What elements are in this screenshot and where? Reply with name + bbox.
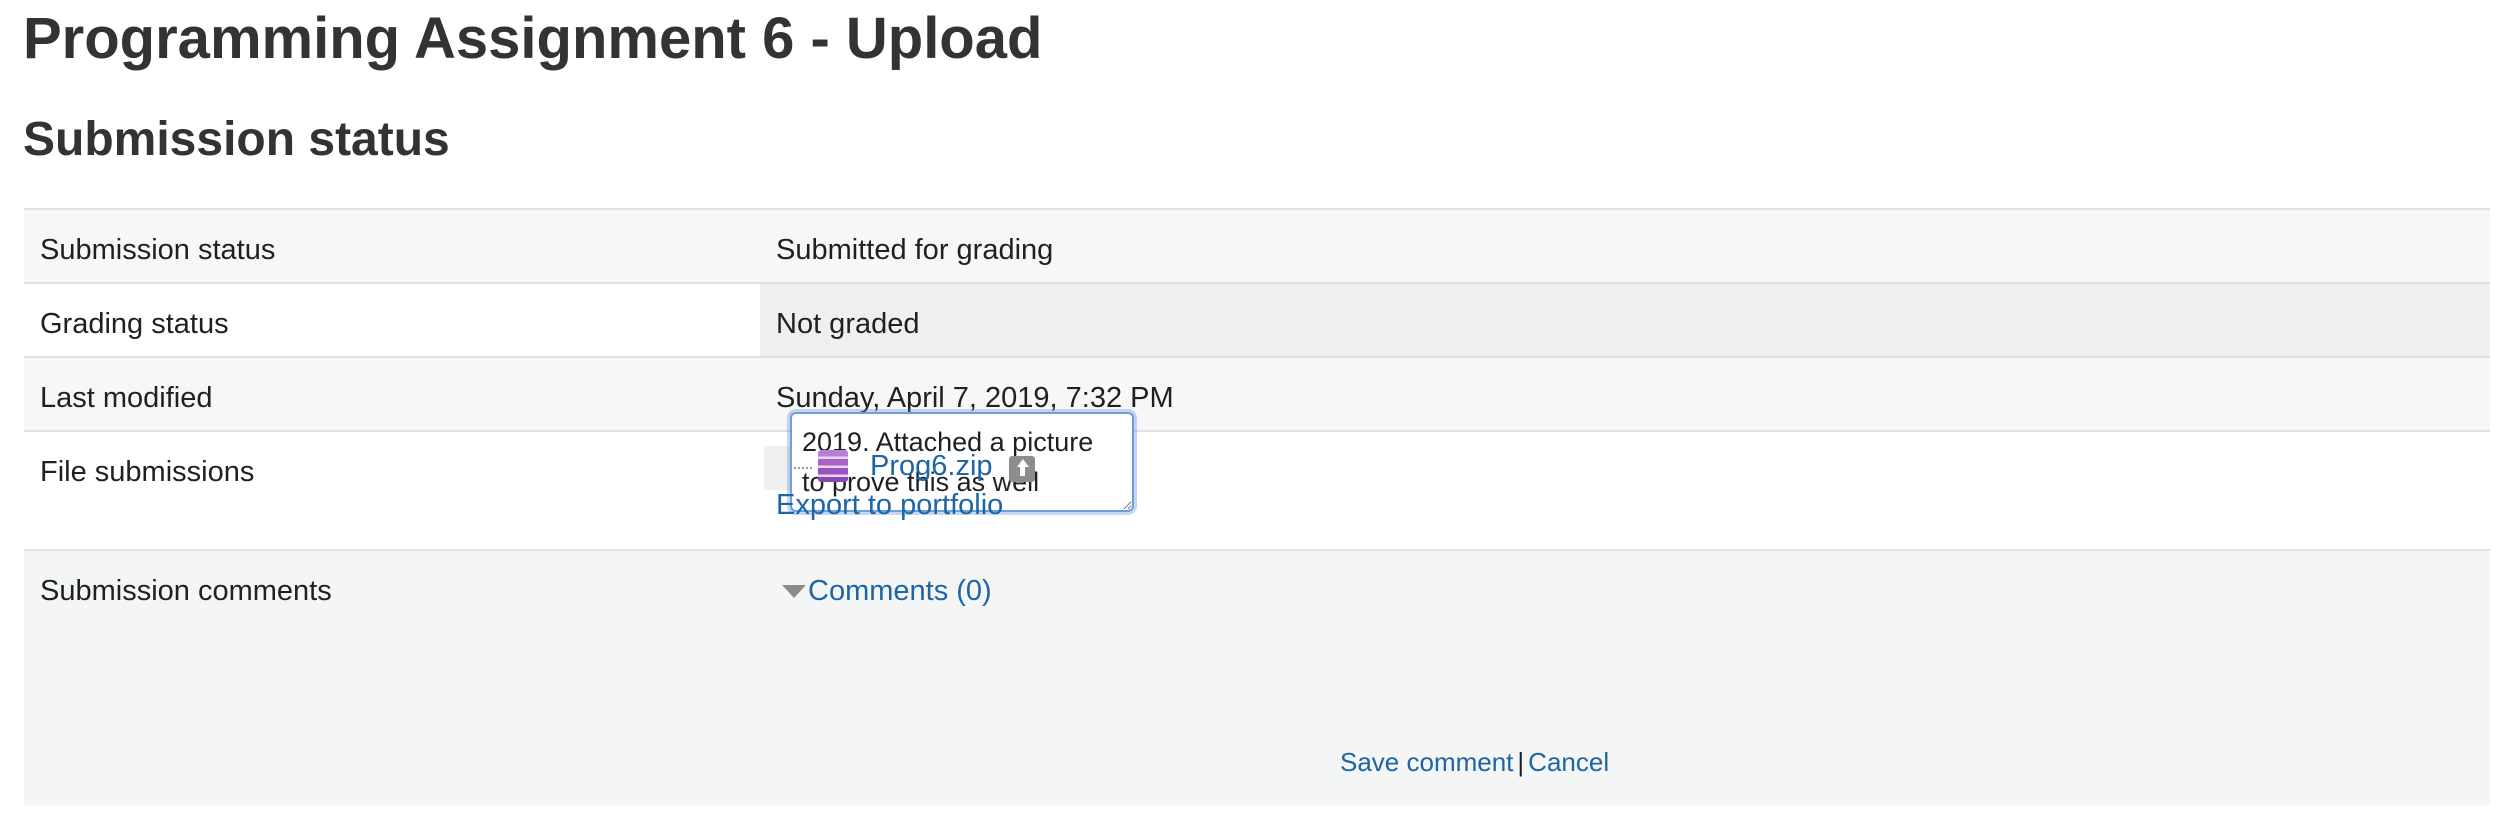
row-label: Submission comments [40,575,332,607]
cancel-comment-link[interactable]: Cancel [1528,747,1609,777]
file-tree-item: Prog6.zip [776,446,2490,486]
comment-actions: Save comment | Cancel [1340,744,1609,780]
tree-connector [790,447,812,469]
table-row-grading-status: Grading status Not graded [24,284,2490,358]
save-comment-link[interactable]: Save comment [1340,747,1513,777]
comments-toggle[interactable]: Comments (0) [776,573,2490,609]
section-title: Submission status [23,113,450,166]
table-row-submission-status: Submission status Submitted for grading [24,210,2490,284]
row-label: Submission status [40,234,276,266]
textarea-scrolled-text-fragment [800,416,1120,428]
export-to-portfolio-link[interactable]: Export to portfolio [776,486,2490,524]
file-submissions-value: Prog6.zip Export to portfolio [760,432,2490,549]
actions-separator: | [1517,747,1525,777]
table-row-submission-comments: Submission comments Comments (0) [24,551,2490,805]
grading-status-value: Not graded [760,284,2490,356]
page-title: Programming Assignment 6 - Upload [23,6,1043,71]
table-row-file-submissions: File submissions Prog6.zip Export to por… [24,432,2490,551]
submission-status-table: Submission status Submitted for grading … [24,208,2490,805]
submission-comments-value: Comments (0) [760,551,2490,805]
file-link-prog6[interactable]: Prog6.zip [870,448,993,484]
row-label: Grading status [40,308,229,340]
portfolio-export-icon[interactable] [1008,456,1035,482]
triangle-down-icon[interactable] [782,584,806,598]
submission-status-value: Submitted for grading [776,234,1054,266]
comments-toggle-link[interactable]: Comments (0) [808,573,992,609]
archive-icon [814,448,852,484]
row-label: File submissions [40,456,255,488]
row-label: Last modified [40,382,213,414]
table-row-last-modified: Last modified Sunday, April 7, 2019, 7:3… [24,358,2490,432]
